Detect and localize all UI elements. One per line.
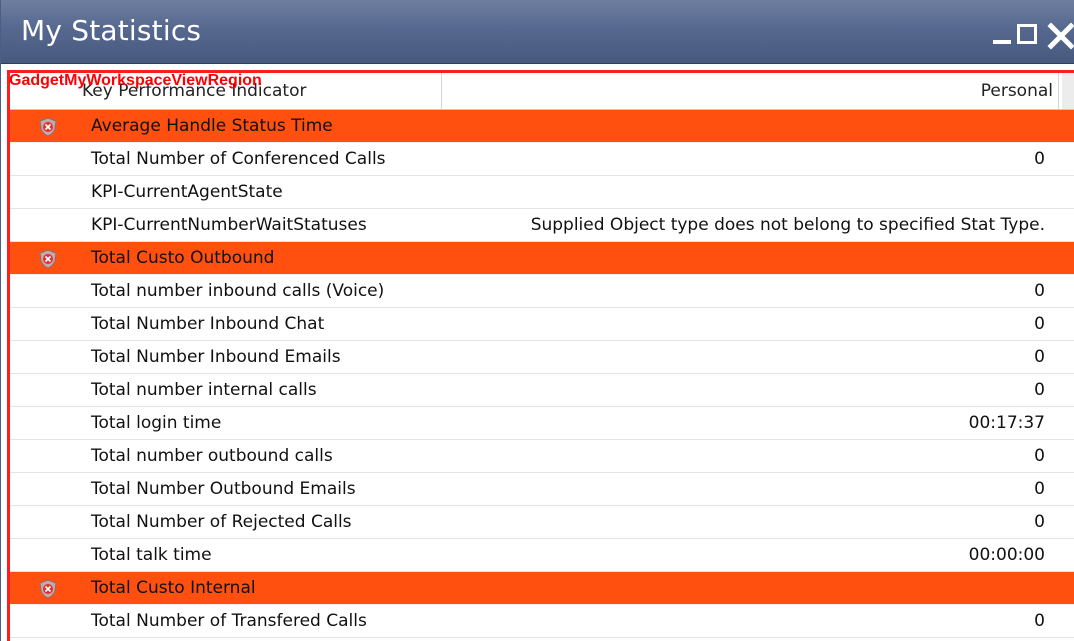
kpi-label: Total Number Inbound Emails	[91, 347, 341, 367]
kpi-label: Total Number Outbound Emails	[91, 479, 356, 499]
alert-shield-icon	[38, 248, 58, 269]
personal-value: Supplied Object type does not belong to …	[530, 215, 1045, 235]
group-row[interactable]: Total Custo Internal	[10, 572, 1074, 605]
column-divider[interactable]	[1058, 73, 1059, 109]
table-row[interactable]: Total Number of Transfered Calls 0	[10, 605, 1074, 638]
table-row[interactable]: KPI-CurrentAgentState	[10, 176, 1074, 209]
kpi-label: Total Number of Transfered Calls	[91, 611, 367, 631]
kpi-label: Average Handle Status Time	[91, 116, 333, 136]
column-header-personal[interactable]: Personal	[981, 81, 1053, 101]
kpi-label: Total number inbound calls (Voice)	[91, 281, 385, 301]
header-filler	[1062, 73, 1074, 109]
personal-value: 0	[1034, 281, 1045, 301]
kpi-label: Total number internal calls	[91, 380, 317, 400]
personal-value: 0	[1034, 314, 1045, 334]
personal-value: 0	[1034, 347, 1045, 367]
personal-value: 00:17:37	[968, 413, 1045, 433]
kpi-label: Total number outbound calls	[91, 446, 333, 466]
close-icon[interactable]	[1045, 16, 1074, 50]
region-label: GadgetMyWorkspaceViewRegion	[9, 72, 262, 89]
table-row[interactable]: Total Number of Rejected Calls 0	[10, 506, 1074, 539]
kpi-label: Total Number of Rejected Calls	[91, 512, 352, 532]
table-row[interactable]: Total Number Outbound Emails 0	[10, 473, 1074, 506]
column-divider[interactable]	[441, 73, 442, 109]
kpi-label: Total Number of Conferenced Calls	[91, 149, 386, 169]
personal-value: 0	[1034, 149, 1045, 169]
kpi-label: KPI-CurrentAgentState	[91, 182, 283, 202]
alert-shield-icon	[38, 578, 58, 599]
table-row[interactable]: Total Number Inbound Emails 0	[10, 341, 1074, 374]
personal-value: 0	[1034, 512, 1045, 532]
group-row[interactable]: Average Handle Status Time	[10, 110, 1074, 143]
kpi-label: Total Number Inbound Chat	[91, 314, 325, 334]
my-statistics-window: My Statistics GadgetMyWorkspaceViewRegio…	[0, 0, 1074, 641]
alert-shield-icon	[38, 116, 58, 137]
kpi-label: Total Custo Internal	[91, 578, 256, 598]
table-row[interactable]: Total number internal calls 0	[10, 374, 1074, 407]
personal-value: 0	[1034, 380, 1045, 400]
table-row[interactable]: Total number inbound calls (Voice) 0	[10, 275, 1074, 308]
table-row[interactable]: Total Number Inbound Chat 0	[10, 308, 1074, 341]
table-row[interactable]: KPI-CurrentNumberWaitStatuses Supplied Ob…	[10, 209, 1074, 242]
kpi-label: Total Custo Outbound	[91, 248, 275, 268]
personal-value: 0	[1034, 611, 1045, 631]
statistics-grid: Key Performance Indicator Personal Avera…	[10, 73, 1074, 638]
table-row[interactable]: Total Number of Conferenced Calls 0	[10, 143, 1074, 176]
personal-value: 0	[1034, 479, 1045, 499]
group-row[interactable]: Total Custo Outbound	[10, 242, 1074, 275]
table-row[interactable]: Total talk time 00:00:00	[10, 539, 1074, 572]
window-titlebar[interactable]: My Statistics	[1, 0, 1074, 64]
table-row[interactable]: Total number outbound calls 0	[10, 440, 1074, 473]
window-title: My Statistics	[21, 14, 202, 47]
grid-rows: Average Handle Status Time Total Number o…	[10, 110, 1074, 638]
personal-value: 00:00:00	[968, 545, 1045, 565]
kpi-label: Total talk time	[91, 545, 212, 565]
kpi-label: Total login time	[91, 413, 222, 433]
kpi-label: KPI-CurrentNumberWaitStatuses	[91, 215, 367, 235]
table-row[interactable]: Total login time 00:17:37	[10, 407, 1074, 440]
minimize-icon[interactable]	[991, 16, 1017, 46]
personal-value: 0	[1034, 446, 1045, 466]
maximize-icon[interactable]	[1015, 16, 1041, 46]
